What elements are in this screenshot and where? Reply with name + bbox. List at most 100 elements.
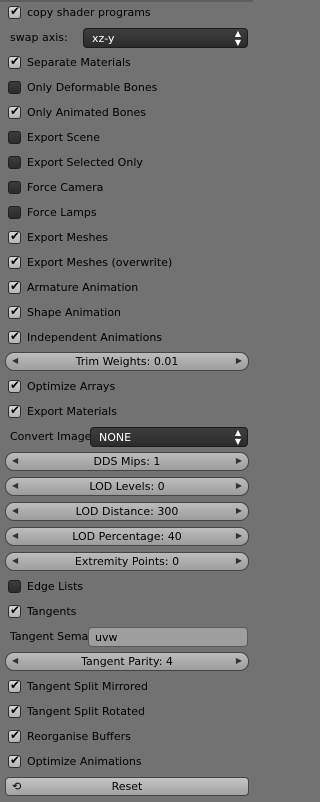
check-icon: ✔ — [10, 703, 21, 717]
check-icon: ✔ — [10, 54, 21, 68]
tangents-label: Tangents — [27, 605, 77, 618]
tangents-row[interactable]: ✔ Tangents — [0, 601, 253, 623]
check-icon: ✔ — [10, 4, 21, 18]
convert-image-dropdown[interactable]: NONE ▲ ▼ — [90, 427, 248, 447]
checkbox-export-meshes-overwrite[interactable]: ✔ — [8, 254, 21, 269]
only-animated-bones-label: Only Animated Bones — [27, 106, 147, 119]
checkbox-force-lamps[interactable] — [8, 206, 21, 219]
separate-materials-row[interactable]: ✔ Separate Materials — [0, 52, 253, 74]
swap-axis-dropdown[interactable]: xz-y ▲ ▼ — [83, 28, 248, 48]
convert-image-row: Convert Image NONE ▲ ▼ — [0, 426, 253, 448]
checkbox-tangent-split-rotated[interactable]: ✔ — [8, 703, 21, 718]
checkbox-force-camera[interactable] — [8, 181, 21, 194]
number-slider[interactable]: ◀ LOD Distance: 300 ▶ — [5, 502, 249, 521]
checkbox-copy-shader-programs[interactable]: ✔ — [8, 4, 21, 19]
tangent-sema-field[interactable]: uvw — [88, 627, 248, 647]
increment-arrow-icon[interactable]: ▶ — [236, 556, 242, 565]
increment-arrow-icon[interactable]: ▶ — [236, 506, 242, 515]
check-icon: ✔ — [10, 254, 21, 268]
force-camera-label: Force Camera — [27, 181, 104, 194]
export-meshes-overwrite-label: Export Meshes (overwrite) — [27, 256, 173, 269]
slider-row: ◀ Extremity Points: 0 ▶ — [0, 551, 253, 573]
checkbox-optimize-animations[interactable]: ✔ — [8, 753, 21, 768]
trim-weights-slider[interactable]: ◀ Trim Weights: 0.01 ▶ — [5, 352, 249, 371]
optimize-arrays-row[interactable]: ✔ Optimize Arrays — [0, 376, 253, 398]
tangent-split-rotated-row[interactable]: ✔ Tangent Split Rotated — [0, 701, 253, 723]
tangent-split-mirrored-row[interactable]: ✔ Tangent Split Mirrored — [0, 676, 253, 698]
only-animated-bones-row[interactable]: ✔ Only Animated Bones — [0, 102, 253, 124]
reset-row: ⟲ Reset — [0, 776, 253, 798]
checkbox-tangents[interactable]: ✔ — [8, 603, 21, 618]
checkbox-shape-animation[interactable]: ✔ — [8, 304, 21, 319]
tangent-split-mirrored-label: Tangent Split Mirrored — [27, 680, 148, 693]
reorganise-buffers-row[interactable]: ✔ Reorganise Buffers — [0, 726, 253, 748]
tangent-sema-value: uvw — [95, 631, 118, 644]
tangent-parity-slider[interactable]: ◀ Tangent Parity: 4 ▶ — [5, 652, 249, 671]
increment-arrow-icon[interactable]: ▶ — [236, 531, 242, 540]
increment-arrow-icon[interactable]: ▶ — [236, 481, 242, 490]
check-icon: ✔ — [10, 378, 21, 392]
updown-arrows-icon: ▲ ▼ — [234, 29, 241, 47]
independent-animations-row[interactable]: ✔ Independent Animations — [0, 327, 253, 349]
checkbox-export-scene[interactable] — [8, 131, 21, 144]
swap-axis-value: xz-y — [92, 32, 115, 45]
tangent-sema-row: Tangent Sema uvw — [0, 626, 253, 648]
swap-axis-row: swap axis: xz-y ▲ ▼ — [0, 27, 253, 49]
export-meshes-overwrite-row[interactable]: ✔ Export Meshes (overwrite) — [0, 252, 253, 274]
export-scene-row[interactable]: Export Scene — [0, 127, 253, 149]
slider-text: LOD Distance: 300 — [75, 505, 179, 518]
number-slider[interactable]: ◀ Extremity Points: 0 ▶ — [5, 552, 249, 571]
force-camera-row[interactable]: Force Camera — [0, 177, 253, 199]
export-meshes-row[interactable]: ✔ Export Meshes — [0, 227, 253, 249]
number-slider[interactable]: ◀ LOD Percentage: 40 ▶ — [5, 527, 249, 546]
armature-animation-label: Armature Animation — [27, 281, 139, 294]
armature-animation-row[interactable]: ✔ Armature Animation — [0, 277, 253, 299]
checkbox-only-animated-bones[interactable]: ✔ — [8, 104, 21, 119]
checkbox-tangent-split-mirrored[interactable]: ✔ — [8, 678, 21, 693]
export-materials-label: Export Materials — [27, 405, 117, 418]
export-selected-only-row[interactable]: Export Selected Only — [0, 152, 253, 174]
increment-arrow-icon[interactable]: ▶ — [236, 356, 242, 365]
optimize-animations-row[interactable]: ✔ Optimize Animations — [0, 751, 253, 773]
checkbox-export-materials[interactable]: ✔ — [8, 403, 21, 418]
checkbox-independent-animations[interactable]: ✔ — [8, 329, 21, 344]
checkbox-only-deformable-bones[interactable] — [8, 81, 21, 94]
only-deformable-bones-row[interactable]: Only Deformable Bones — [0, 77, 253, 99]
independent-animations-label: Independent Animations — [27, 331, 163, 344]
slider-text: LOD Percentage: 40 — [72, 530, 182, 543]
number-slider[interactable]: ◀ DDS Mips: 1 ▶ — [5, 452, 249, 471]
checkbox-export-meshes[interactable]: ✔ — [8, 229, 21, 244]
shape-animation-row[interactable]: ✔ Shape Animation — [0, 302, 253, 324]
check-icon: ✔ — [10, 329, 21, 343]
force-lamps-row[interactable]: Force Lamps — [0, 202, 253, 224]
checkbox-reorganise-buffers[interactable]: ✔ — [8, 728, 21, 743]
trim-weights-row: ◀ Trim Weights: 0.01 ▶ — [0, 351, 253, 373]
separate-materials-label: Separate Materials — [27, 56, 131, 69]
number-slider[interactable]: ◀ LOD Levels: 0 ▶ — [5, 477, 249, 496]
optimize-animations-label: Optimize Animations — [27, 755, 142, 768]
force-lamps-label: Force Lamps — [27, 206, 97, 219]
tangent-parity-row: ◀ Tangent Parity: 4 ▶ — [0, 651, 253, 673]
increment-arrow-icon[interactable]: ▶ — [236, 456, 242, 465]
export-settings-panel: ✔ copy shader programs swap axis: xz-y ▲… — [0, 0, 253, 802]
checkbox-separate-materials[interactable]: ✔ — [8, 54, 21, 69]
export-materials-row[interactable]: ✔ Export Materials — [0, 401, 253, 423]
reset-button[interactable]: ⟲ Reset — [5, 777, 249, 796]
checkbox-optimize-arrays[interactable]: ✔ — [8, 378, 21, 393]
export-meshes-label: Export Meshes — [27, 231, 108, 244]
check-icon: ✔ — [10, 678, 21, 692]
edge-lists-row[interactable]: Edge Lists — [0, 576, 253, 598]
checkbox-edge-lists[interactable] — [8, 580, 21, 593]
copy-shader-programs-row[interactable]: ✔ copy shader programs — [0, 2, 253, 24]
slider-row: ◀ LOD Percentage: 40 ▶ — [0, 526, 253, 548]
checkbox-export-selected-only[interactable] — [8, 156, 21, 169]
swap-axis-label: swap axis: — [10, 31, 68, 44]
slider-row: ◀ DDS Mips: 1 ▶ — [0, 451, 253, 473]
reset-label: Reset — [111, 780, 143, 793]
check-icon: ✔ — [10, 229, 21, 243]
convert-image-value: NONE — [99, 431, 132, 444]
increment-arrow-icon[interactable]: ▶ — [236, 656, 242, 665]
check-icon: ✔ — [10, 403, 21, 417]
slider-row: ◀ LOD Distance: 300 ▶ — [0, 501, 253, 523]
checkbox-armature-animation[interactable]: ✔ — [8, 279, 21, 294]
